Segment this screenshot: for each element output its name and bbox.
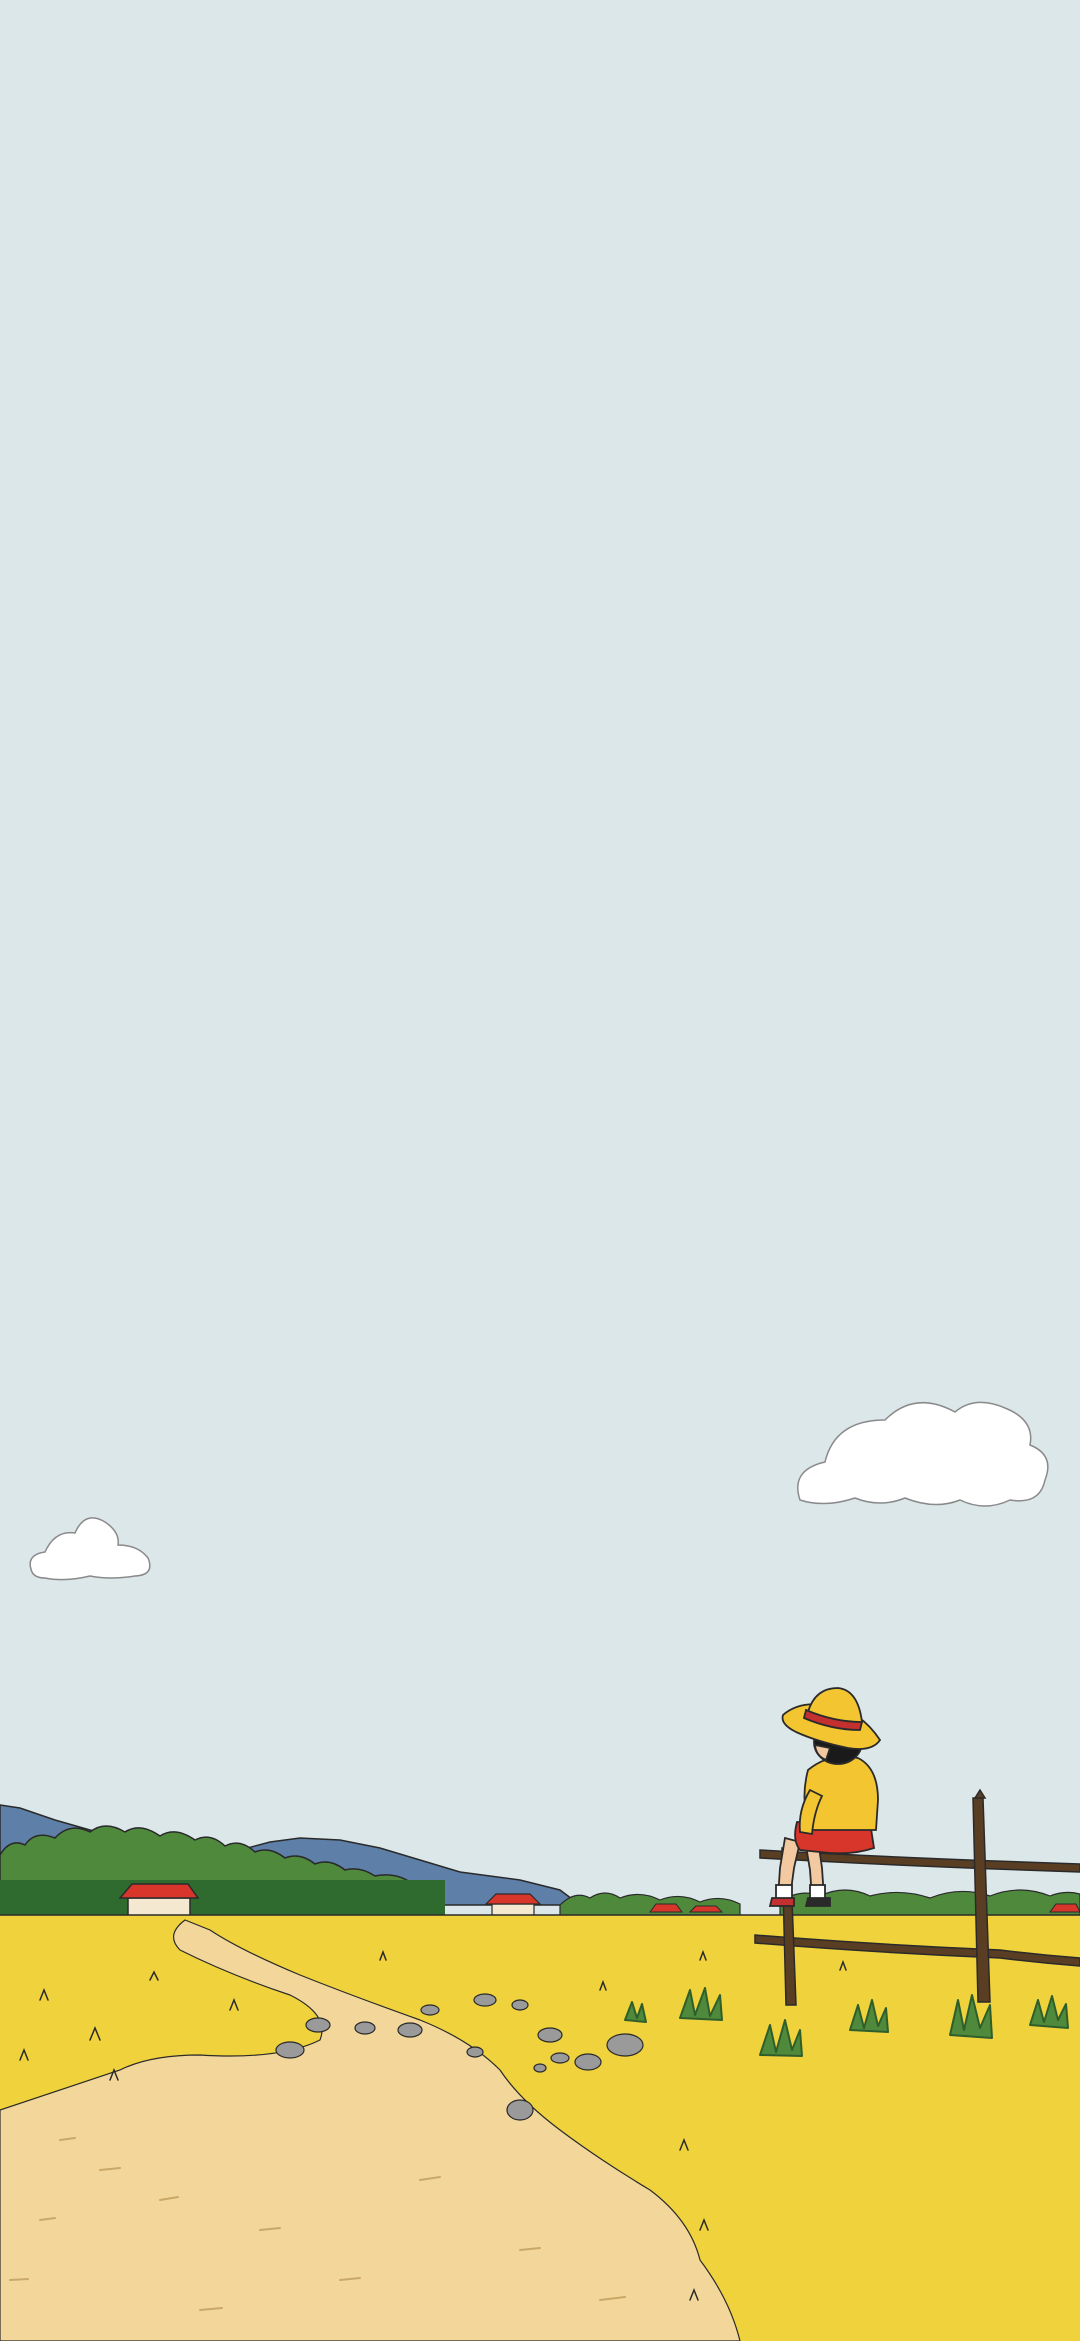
tree-icon [0, 1880, 445, 1915]
wallpaper-scene [0, 0, 1080, 2341]
house-icon [484, 1893, 542, 1918]
house-icon [118, 1883, 200, 1917]
countryside-illustration [0, 0, 1080, 2341]
